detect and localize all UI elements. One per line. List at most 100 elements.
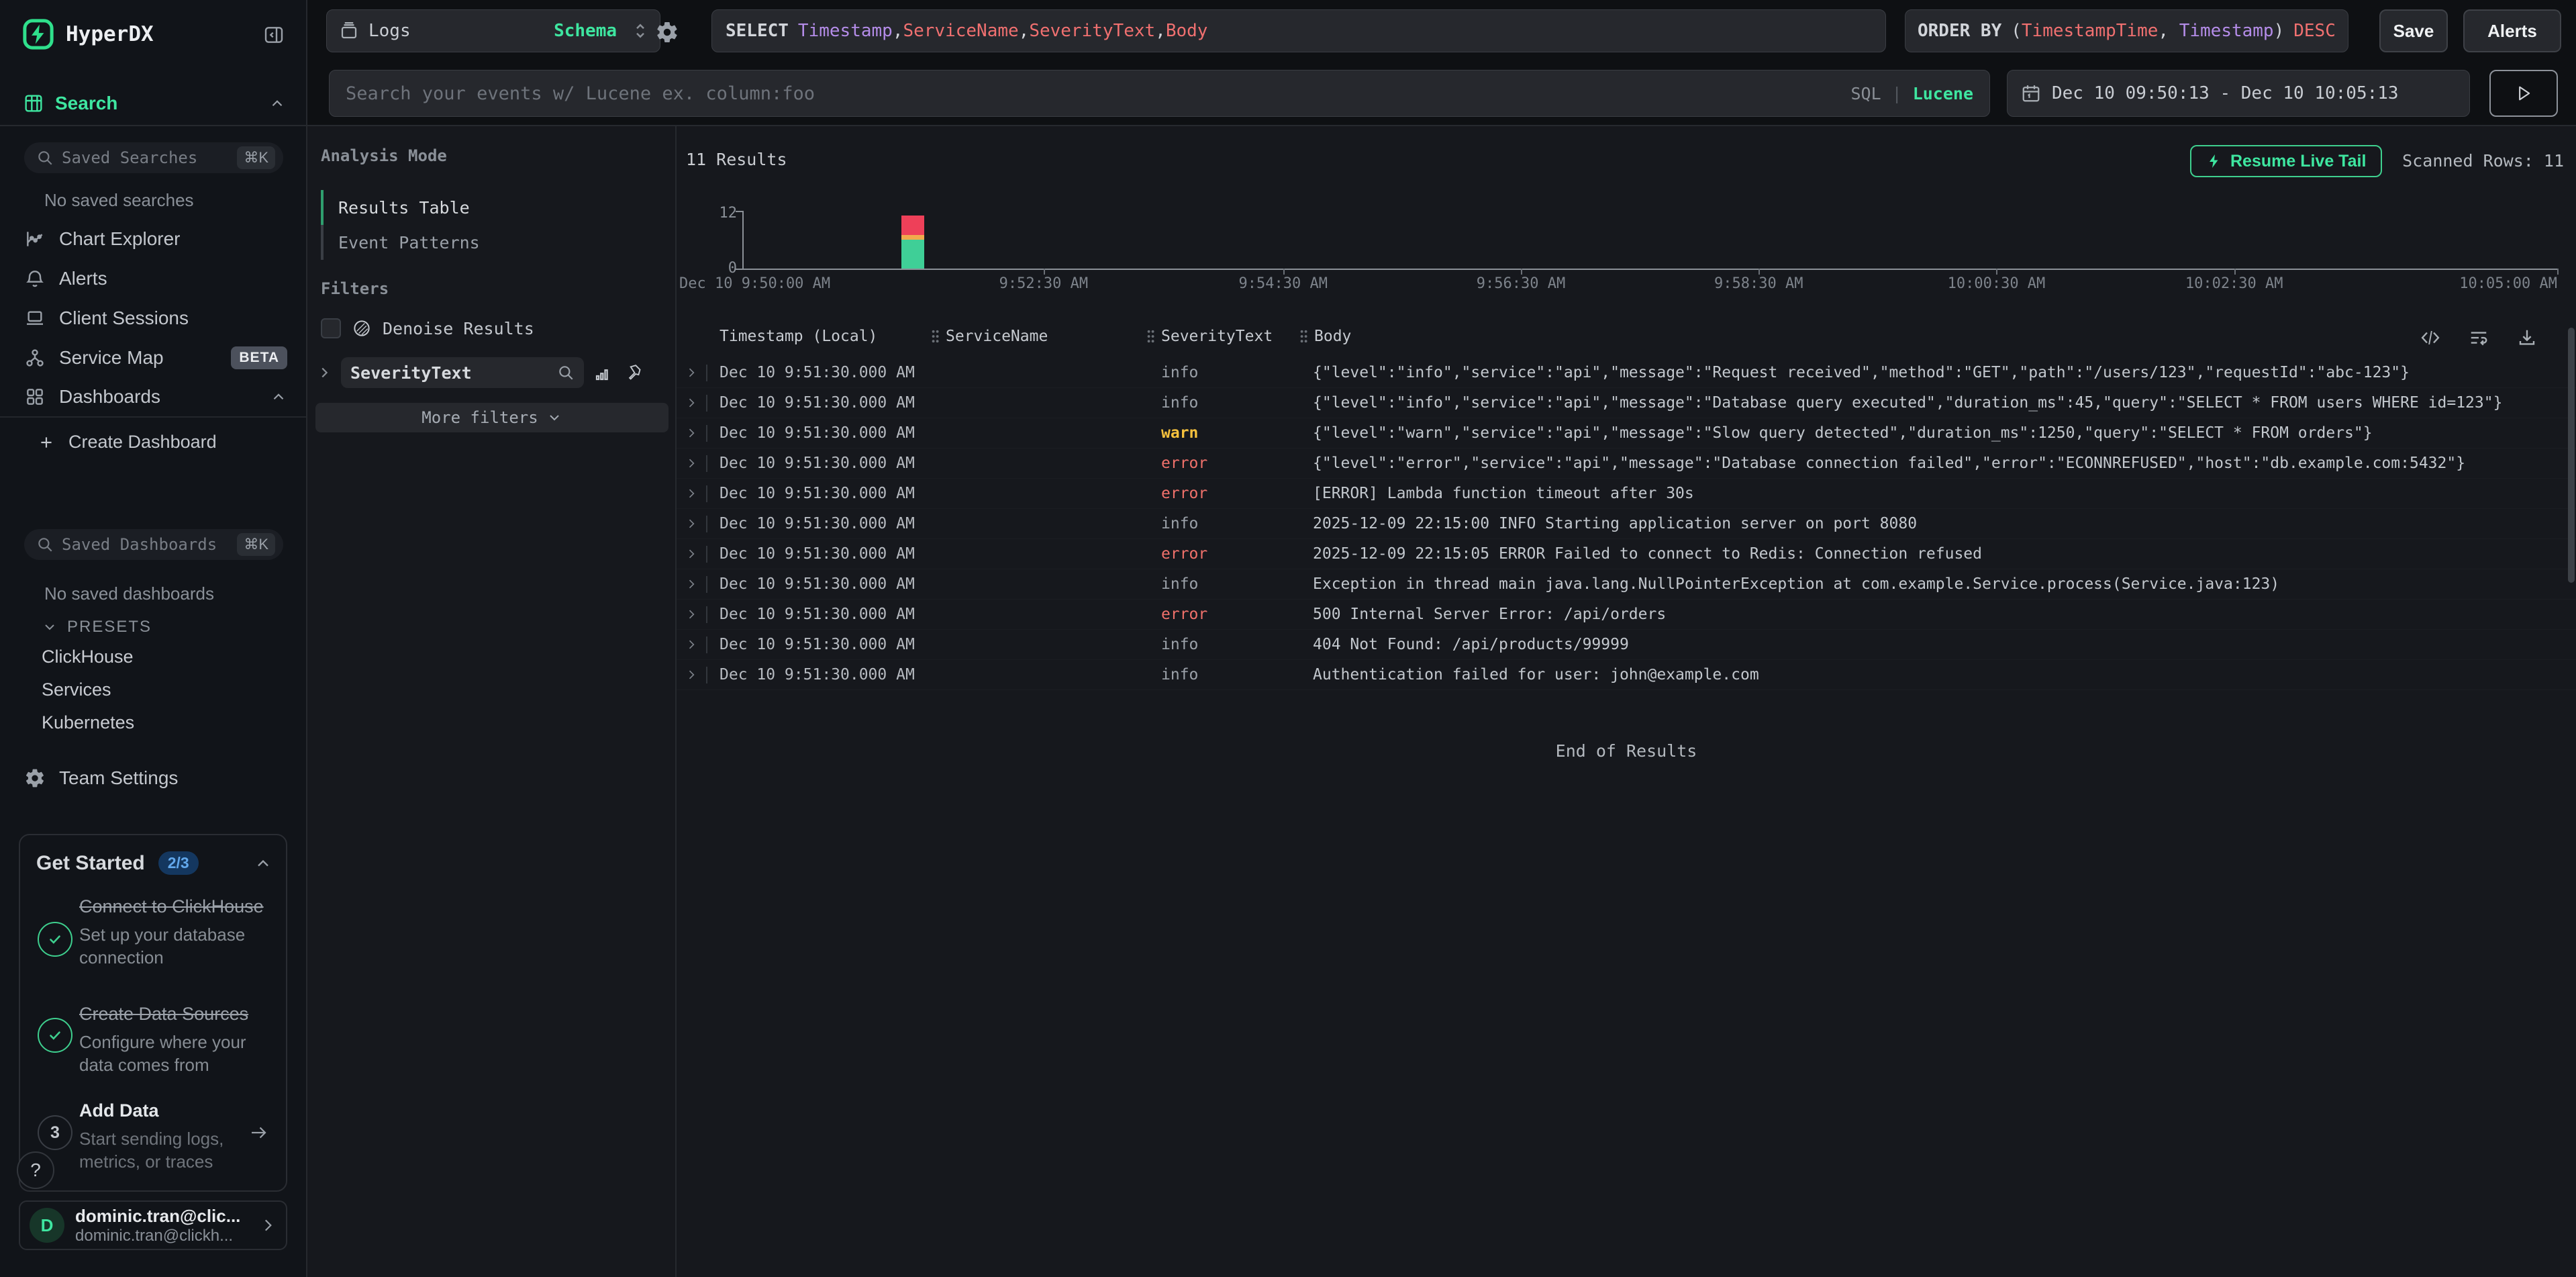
x-axis-line [742, 269, 2557, 270]
scrollbar-thumb[interactable] [2568, 328, 2575, 583]
create-dashboard-button[interactable]: Create Dashboard [38, 432, 301, 453]
row-expand-icon[interactable] [685, 547, 698, 561]
denoise-checkbox[interactable] [321, 318, 341, 338]
user-menu[interactable]: D dominic.tran@clic... dominic.tran@clic… [19, 1200, 287, 1250]
more-filters-label: More filters [422, 408, 538, 427]
filters-label: Filters [321, 279, 389, 298]
source-settings-gear-icon[interactable] [655, 20, 679, 44]
get-started-step-3[interactable]: Add Data Start sending logs, metrics, or… [79, 1098, 267, 1174]
collapse-sidebar-icon[interactable] [263, 24, 285, 46]
saved-searches-input[interactable] [62, 148, 229, 167]
table-row[interactable]: Dec 10 9:51:30.000 AM error 2025-12-09 2… [677, 539, 2576, 569]
preset-clickhouse[interactable]: ClickHouse [42, 647, 134, 667]
sidebar-item-dashboards[interactable]: Dashboards [24, 386, 287, 408]
sql-toggle[interactable]: SQL [1850, 84, 1881, 103]
severity-filter-group[interactable]: SeverityText [341, 357, 584, 388]
histogram-bar[interactable] [901, 216, 924, 269]
chevron-right-icon[interactable] [317, 365, 332, 380]
row-expand-icon[interactable] [685, 366, 698, 379]
row-expand-icon[interactable] [685, 638, 698, 651]
lucene-toggle[interactable]: Lucene [1913, 84, 1973, 103]
chevron-up-icon[interactable] [270, 388, 287, 406]
wrap-lines-icon[interactable] [2469, 328, 2489, 348]
bar-chart-icon[interactable] [593, 363, 613, 383]
denoise-label[interactable]: Denoise Results [383, 319, 534, 338]
table-row[interactable]: Dec 10 9:51:30.000 AM info Exception in … [677, 569, 2576, 600]
table-row[interactable]: Dec 10 9:51:30.000 AM error {"level":"er… [677, 448, 2576, 479]
saved-searches-search[interactable]: ⌘K [24, 142, 283, 173]
no-saved-dashboards-note: No saved dashboards [44, 583, 214, 604]
col-header-body[interactable]: Body [1298, 328, 1351, 345]
more-filters-button[interactable]: More filters [315, 403, 668, 432]
row-expand-icon[interactable] [685, 517, 698, 530]
table-row[interactable]: Dec 10 9:51:30.000 AM info Authenticatio… [677, 660, 2576, 690]
get-started-card: Get Started 2/3 Connect to ClickHouse Se… [19, 834, 287, 1192]
search-icon[interactable] [557, 364, 575, 381]
sql-select-input[interactable]: SELECTTimestamp,ServiceName,SeverityText… [711, 9, 1886, 52]
query-token: ServiceName [903, 21, 1018, 41]
order-by-input[interactable]: ORDER BY(TimestampTime, Timestamp)DESC [1905, 9, 2348, 52]
chevron-up-icon[interactable] [268, 95, 286, 112]
col-header-severitytext[interactable]: SeverityText [1145, 328, 1273, 345]
presets-header[interactable]: PRESETS [42, 618, 152, 636]
sidebar-item-alerts[interactable]: Alerts [24, 268, 287, 289]
save-button[interactable]: Save [2379, 9, 2448, 52]
table-row[interactable]: Dec 10 9:51:30.000 AM info {"level":"inf… [677, 358, 2576, 388]
table-row[interactable]: Dec 10 9:51:30.000 AM info 2025-12-09 22… [677, 509, 2576, 539]
run-query-button[interactable] [2489, 70, 2558, 117]
row-expand-icon[interactable] [685, 426, 698, 440]
search-input[interactable] [346, 83, 1850, 104]
row-expand-icon[interactable] [685, 668, 698, 681]
x-axis-tick-label: 10:02:30 AM [2185, 275, 2283, 292]
row-timestamp: Dec 10 9:51:30.000 AM [720, 600, 915, 630]
col-header-timestamp[interactable]: Timestamp (Local) [720, 328, 877, 345]
field-filter-row: SeverityText [317, 357, 643, 388]
sidebar-item-client-sessions[interactable]: Client Sessions [24, 308, 287, 329]
date-range-picker[interactable]: Dec 10 09:50:13 - Dec 10 10:05:13 [2007, 70, 2470, 117]
sidebar-item-team-settings[interactable]: Team Settings [24, 767, 287, 789]
pin-icon[interactable] [623, 363, 643, 383]
table-row[interactable]: Dec 10 9:51:30.000 AM info 404 Not Found… [677, 630, 2576, 660]
row-expand-icon[interactable] [685, 487, 698, 500]
drag-handle-icon[interactable] [1145, 328, 1156, 344]
row-expand-icon[interactable] [685, 396, 698, 410]
chevron-up-icon[interactable] [254, 854, 273, 873]
step-title: Connect to ClickHouse [79, 894, 267, 918]
table-row[interactable]: Dec 10 9:51:30.000 AM error 500 Internal… [677, 600, 2576, 630]
drag-handle-icon[interactable] [1298, 328, 1309, 344]
results-histogram[interactable]: Dec 10 9:50:00 AM9:52:30 AM9:54:30 AM9:5… [742, 211, 2557, 269]
resume-live-tail-label: Resume Live Tail [2230, 152, 2366, 171]
mode-event-patterns[interactable]: Event Patterns [324, 225, 480, 260]
alerts-button[interactable]: Alerts [2463, 9, 2561, 52]
download-icon[interactable] [2517, 328, 2537, 348]
row-expand-icon[interactable] [685, 608, 698, 621]
row-expand-icon[interactable] [685, 577, 698, 591]
resume-live-tail-button[interactable]: Resume Live Tail [2190, 145, 2382, 177]
get-started-step-2[interactable]: Create Data Sources Configure where your… [79, 1002, 267, 1077]
drag-handle-icon[interactable] [930, 328, 940, 344]
saved-dashboards-search[interactable]: ⌘K [24, 529, 283, 560]
analysis-mode-list: Results Table Event Patterns [321, 190, 480, 260]
orderby-args: TimestampTime, Timestamp [2022, 21, 2274, 41]
preset-kubernetes[interactable]: Kubernetes [42, 712, 134, 733]
gear-icon [24, 767, 46, 789]
open-paren: ( [2011, 21, 2022, 41]
code-view-icon[interactable] [2420, 328, 2440, 348]
help-button[interactable]: ? [17, 1151, 54, 1189]
row-expand-icon[interactable] [685, 457, 698, 470]
preset-services[interactable]: Services [42, 679, 111, 700]
x-axis-tick [2557, 269, 2559, 275]
source-select[interactable]: Logs Schema [326, 9, 660, 52]
table-row[interactable]: Dec 10 9:51:30.000 AM info {"level":"inf… [677, 388, 2576, 418]
col-header-servicename[interactable]: ServiceName [930, 328, 1048, 345]
mode-results-table[interactable]: Results Table [324, 190, 480, 225]
sidebar-item-chart-explorer[interactable]: Chart Explorer [24, 228, 287, 250]
sidebar-item-service-map[interactable]: Service Map BETA [24, 346, 287, 369]
table-row[interactable]: Dec 10 9:51:30.000 AM warn {"level":"war… [677, 418, 2576, 448]
get-started-step-1[interactable]: Connect to ClickHouse Set up your databa… [79, 894, 267, 969]
table-row[interactable]: Dec 10 9:51:30.000 AM error [ERROR] Lamb… [677, 479, 2576, 509]
saved-dashboards-input[interactable] [62, 535, 229, 554]
search-icon [36, 149, 54, 167]
sidebar-section-search[interactable]: Search [23, 93, 286, 114]
lightning-icon [2206, 153, 2222, 169]
